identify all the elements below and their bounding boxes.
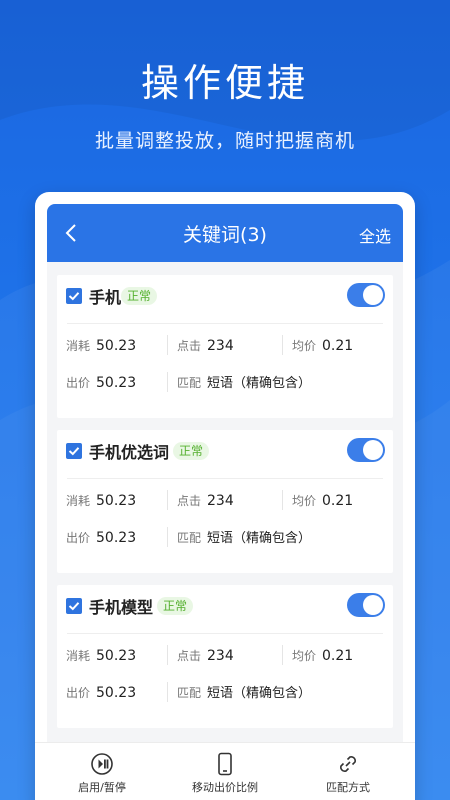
cost-value: 50.23: [96, 338, 137, 354]
bid-label: 出价: [66, 531, 91, 545]
select-all-button[interactable]: 全选: [359, 223, 391, 247]
keyword-card: 手机模型 正常 消耗 50.23 点击 234 均价 0.21 出价 50.23 匹配短…: [57, 585, 393, 728]
cost-value: 50.23: [96, 493, 137, 509]
clicks-label: 点击: [177, 649, 202, 663]
avg-price-value: 0.21: [322, 648, 354, 664]
divider: [282, 645, 283, 665]
card-header: 手机模型 正常: [57, 585, 393, 627]
keyword-checkbox[interactable]: [66, 443, 82, 459]
bid-label: 出价: [66, 376, 91, 390]
match-label: 匹配: [177, 376, 202, 390]
check-icon: [68, 602, 80, 611]
match-label: 匹配: [177, 686, 202, 700]
mobile-bid-ratio-label: 移动出价比例: [192, 781, 258, 794]
metrics-row: 消耗 50.23 点击 234 均价 0.21: [57, 333, 393, 357]
card-header: 手机 正常: [57, 275, 393, 317]
clicks-value: 234: [207, 493, 234, 509]
keyword-card: 手机 正常 消耗 50.23 点击 234 均价 0.21 出价 50.23 匹配 短语（…: [57, 275, 393, 418]
keyword-card: 手机优选词 正常 消耗 50.23 点击 234 均价 0.21 出价 50.23 匹配…: [57, 430, 393, 573]
bid-value[interactable]: 50.23: [96, 530, 136, 546]
promo-title: 操作便捷: [140, 61, 309, 105]
divider: [167, 490, 168, 510]
clicks-label: 点击: [177, 494, 202, 508]
keyword-checkbox[interactable]: [66, 598, 82, 614]
divider: [167, 645, 168, 665]
divider: [67, 633, 383, 634]
mobile-bid-ratio-button[interactable]: 移动出价比例: [162, 743, 288, 800]
mobile-phone-icon: [218, 752, 232, 776]
clicks-value: 234: [207, 338, 234, 354]
match-label: 匹配: [177, 531, 202, 545]
phone-mockup: 关键词(3) 全选 手机 正常 消耗 50.23 点击 234 均价 0.21 …: [35, 192, 415, 800]
enable-toggle[interactable]: [347, 593, 385, 617]
match-value[interactable]: 短语（精确包含）: [207, 686, 311, 701]
bid-value[interactable]: 50.23: [96, 685, 136, 701]
avg-price-label: 均价: [292, 339, 317, 353]
bid-row: 出价 50.23 匹配 短语（精确包含）: [57, 680, 393, 704]
play-pause-label: 启用/暂停: [78, 781, 126, 794]
check-icon: [68, 292, 80, 301]
enable-toggle[interactable]: [347, 438, 385, 462]
cost-value: 50.23: [96, 648, 137, 664]
toggle-knob: [363, 440, 383, 460]
enable-toggle[interactable]: [347, 283, 385, 307]
clicks-label: 点击: [177, 339, 202, 353]
keyword-name: 手机模型: [89, 598, 154, 617]
promo-subtitle: 批量调整投放，随时把握商机: [94, 130, 355, 152]
page-title: 关键词(3): [183, 224, 267, 246]
card-header: 手机优选词 正常: [57, 430, 393, 472]
match-value[interactable]: 短语（精确包含）: [207, 376, 311, 391]
link-icon: [340, 756, 356, 772]
keyword-name: 手机: [89, 288, 122, 307]
cost-label: 消耗: [66, 494, 91, 508]
divider: [282, 490, 283, 510]
status-badge: 正常: [121, 287, 158, 305]
status-badge: 正常: [173, 442, 210, 460]
divider: [282, 335, 283, 355]
avg-price-value: 0.21: [322, 493, 354, 509]
match-type-button[interactable]: 匹配方式: [285, 743, 411, 800]
keyword-checkbox[interactable]: [66, 288, 82, 304]
divider: [67, 323, 383, 324]
avg-price-label: 均价: [292, 649, 317, 663]
match-type-label: 匹配方式: [326, 781, 370, 794]
keyword-name: 手机优选词: [89, 443, 170, 462]
metrics-row: 消耗 50.23 点击 234 均价 0.21: [57, 643, 393, 667]
metrics-row: 消耗 50.23 点击 234 均价 0.21: [57, 488, 393, 512]
check-icon: [68, 447, 80, 456]
status-badge: 正常: [157, 597, 194, 615]
bottom-action-bar: 启用/暂停 移动出价比例 匹配方式: [35, 742, 415, 800]
keyword-list: 手机 正常 消耗 50.23 点击 234 均价 0.21 出价 50.23 匹配 短语（…: [47, 262, 403, 728]
app-screen: 关键词(3) 全选 手机 正常 消耗 50.23 点击 234 均价 0.21 …: [47, 204, 403, 800]
play-pause-button[interactable]: 启用/暂停: [39, 743, 165, 800]
avg-price-value: 0.21: [322, 338, 354, 354]
divider: [167, 372, 168, 392]
toggle-knob: [363, 285, 383, 305]
toggle-knob: [363, 595, 383, 615]
match-value[interactable]: 短语（精确包含）: [207, 531, 311, 546]
bid-label: 出价: [66, 686, 91, 700]
avg-price-label: 均价: [292, 494, 317, 508]
bid-row: 出价 50.23 匹配 短语（精确包含）: [57, 370, 393, 394]
cost-label: 消耗: [66, 649, 91, 663]
divider: [167, 527, 168, 547]
bid-row: 出价 50.23 匹配 短语（精确包含）: [57, 525, 393, 549]
divider: [67, 478, 383, 479]
cost-label: 消耗: [66, 339, 91, 353]
divider: [167, 335, 168, 355]
nav-bar: 关键词(3) 全选: [47, 204, 403, 262]
divider: [167, 682, 168, 702]
play-pause-icon: [91, 753, 113, 775]
clicks-value: 234: [207, 648, 234, 664]
bid-value[interactable]: 50.23: [96, 375, 136, 391]
